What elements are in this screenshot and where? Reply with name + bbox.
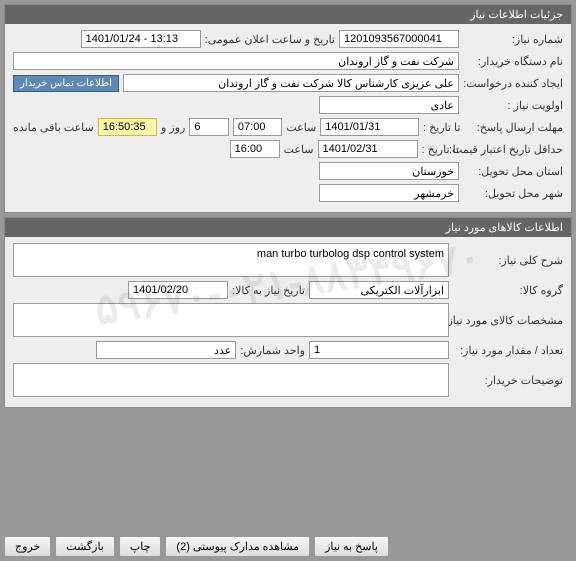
buyer-label: نام دستگاه خریدار: bbox=[463, 55, 563, 68]
panel1-header: جزئیات اطلاعات نیاز bbox=[5, 5, 571, 24]
city-label: شهر محل تحویل: bbox=[463, 187, 563, 200]
province-label: استان محل تحویل: bbox=[463, 165, 563, 178]
days-field: 6 bbox=[189, 118, 229, 136]
need-details-panel: جزئیات اطلاعات نیاز شماره نیاز: 12010935… bbox=[4, 4, 572, 213]
countdown-field: 16:50:35 bbox=[98, 118, 157, 136]
need-no-field: 1201093567000041 bbox=[339, 30, 459, 48]
panel2-header: اطلاعات کالاهای مورد نیاز bbox=[5, 218, 571, 237]
buyer-field: شرکت نفت و گاز اروندان bbox=[13, 52, 459, 70]
creator-label: ایجاد کننده درخواست: bbox=[463, 77, 563, 90]
goods-info-panel: اطلاعات کالاهای مورد نیاز شرح کلی نیاز: … bbox=[4, 217, 572, 408]
buyer-notes-label: توضیحات خریدار: bbox=[453, 374, 563, 387]
to-date-label-1: تا تاریخ : bbox=[423, 121, 460, 134]
group-field: ابزارآلات الکتریکی bbox=[309, 281, 449, 299]
need-date-field: 1401/02/20 bbox=[128, 281, 228, 299]
qty-field: 1 bbox=[309, 341, 449, 359]
footer-toolbar: خروج بازگشت چاپ مشاهده مدارک پیوستی (2) … bbox=[4, 536, 572, 557]
validity-date-field: 1401/02/31 bbox=[318, 140, 418, 158]
time-label-2: ساعت bbox=[284, 143, 314, 156]
unit-field: عدد bbox=[96, 341, 236, 359]
attachments-button[interactable]: مشاهده مدارک پیوستی (2) bbox=[165, 536, 310, 557]
reply-date-field: 1401/01/31 bbox=[320, 118, 419, 136]
priority-field: عادی bbox=[319, 96, 459, 114]
print-button[interactable]: چاپ bbox=[119, 536, 162, 557]
reply-time-field: 07:00 bbox=[233, 118, 282, 136]
city-field: خرمشهر bbox=[319, 184, 459, 202]
public-date-label: تاریخ و ساعت اعلان عمومی: bbox=[205, 33, 335, 46]
time-label-1: ساعت bbox=[286, 121, 316, 134]
creator-field: علی عزیزی کارشناس کالا شرکت نفت و گاز ار… bbox=[123, 74, 459, 92]
buyer-notes-field bbox=[13, 363, 449, 397]
spec-field bbox=[13, 303, 449, 337]
province-field: خوزستان bbox=[319, 162, 459, 180]
validity-time-field: 16:00 bbox=[230, 140, 280, 158]
need-no-label: شماره نیاز: bbox=[463, 33, 563, 46]
desc-label: شرح کلی نیاز: bbox=[453, 254, 563, 267]
validity-label: حداقل تاریخ اعتبار قیمت: bbox=[463, 143, 563, 156]
priority-label: اولویت نیاز : bbox=[463, 99, 563, 112]
exit-button[interactable]: خروج bbox=[4, 536, 51, 557]
need-date-label: تاریخ نیاز به کالا: bbox=[232, 284, 305, 297]
reply-deadline-label: مهلت ارسال پاسخ: bbox=[464, 121, 563, 134]
spec-label: مشخصات کالای مورد نیاز: bbox=[453, 314, 563, 327]
buyer-contact-button[interactable]: اطلاعات تماس خریدار bbox=[13, 75, 119, 92]
desc-field: man turbo turbolog dsp control system bbox=[13, 243, 449, 277]
remaining-label: ساعت باقی مانده bbox=[13, 121, 94, 134]
days-label: روز و bbox=[161, 121, 185, 134]
to-date-label-2: تا تاریخ : bbox=[422, 143, 459, 156]
public-date-field: 1401/01/24 - 13:13 bbox=[81, 30, 201, 48]
group-label: گروه کالا: bbox=[453, 284, 563, 297]
unit-label: واحد شمارش: bbox=[240, 344, 305, 357]
back-button[interactable]: بازگشت bbox=[55, 536, 115, 557]
reply-button[interactable]: پاسخ به نیاز bbox=[314, 536, 389, 557]
qty-label: تعداد / مقدار مورد نیاز: bbox=[453, 344, 563, 357]
